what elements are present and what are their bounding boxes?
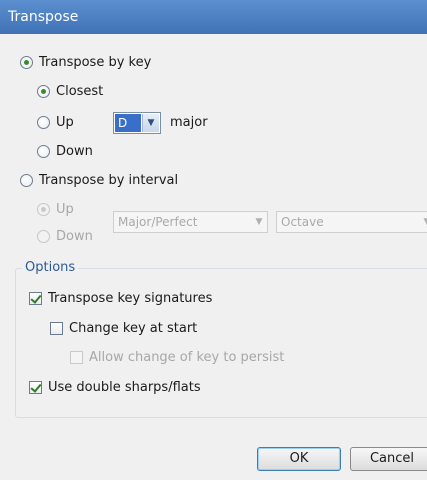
interval-up-radio[interactable]: Up: [37, 202, 74, 217]
double-sharps-flats-label: Use double sharps/flats: [48, 380, 201, 395]
double-sharps-flats-checkbox[interactable]: Use double sharps/flats: [29, 380, 201, 395]
radio-indicator[interactable]: [37, 230, 50, 243]
allow-change-persist-label: Allow change of key to persist: [89, 350, 285, 365]
chevron-down-icon[interactable]: ▼: [419, 212, 427, 232]
ok-button[interactable]: OK: [257, 447, 341, 471]
change-key-at-start-label: Change key at start: [69, 321, 198, 336]
checkbox-indicator[interactable]: [29, 381, 42, 394]
allow-change-persist-checkbox[interactable]: Allow change of key to persist: [70, 350, 284, 365]
up-radio[interactable]: Up: [37, 115, 74, 130]
checkbox-indicator[interactable]: [50, 322, 63, 335]
transpose-dialog: Transpose Transpose by key Closest Up D …: [0, 0, 427, 480]
window-title: Transpose: [8, 9, 79, 25]
transpose-by-key-label: Transpose by key: [39, 55, 152, 70]
checkbox-indicator[interactable]: [70, 351, 83, 364]
mode-label-row: major: [170, 115, 208, 130]
mode-label: major: [170, 115, 208, 130]
transpose-by-interval-radio[interactable]: Transpose by interval: [20, 173, 178, 188]
radio-indicator[interactable]: [37, 145, 50, 158]
interval-down-label: Down: [56, 229, 93, 244]
down-label: Down: [56, 144, 93, 159]
interval-up-label: Up: [56, 202, 74, 217]
interval-size-select[interactable]: Octave ▼: [276, 211, 427, 233]
title-bar[interactable]: Transpose: [0, 0, 427, 34]
chevron-down-icon[interactable]: ▼: [142, 114, 159, 132]
transpose-by-interval-label: Transpose by interval: [39, 173, 179, 188]
interval-quality-value: Major/Perfect: [118, 215, 198, 229]
interval-size-value: Octave: [281, 215, 324, 229]
radio-indicator[interactable]: [37, 85, 50, 98]
down-radio[interactable]: Down: [37, 144, 93, 159]
radio-indicator[interactable]: [20, 174, 33, 187]
cancel-button[interactable]: Cancel: [350, 447, 427, 471]
radio-indicator[interactable]: [37, 116, 50, 129]
interval-quality-select[interactable]: Major/Perfect ▼: [113, 211, 268, 233]
change-key-at-start-checkbox[interactable]: Change key at start: [50, 321, 197, 336]
checkbox-indicator[interactable]: [29, 292, 42, 305]
radio-indicator[interactable]: [20, 56, 33, 69]
closest-radio[interactable]: Closest: [37, 84, 103, 99]
transpose-by-key-radio[interactable]: Transpose by key: [20, 55, 151, 70]
options-group-label: Options: [22, 260, 79, 275]
key-select[interactable]: D ▼: [113, 112, 161, 134]
transpose-key-signatures-label: Transpose key signatures: [48, 291, 213, 306]
chevron-down-icon[interactable]: ▼: [251, 212, 267, 232]
transpose-key-signatures-checkbox[interactable]: Transpose key signatures: [29, 291, 212, 306]
up-label: Up: [56, 115, 74, 130]
key-select-value: D: [115, 114, 141, 132]
radio-indicator[interactable]: [37, 203, 50, 216]
closest-label: Closest: [56, 84, 104, 99]
interval-down-radio[interactable]: Down: [37, 229, 93, 244]
